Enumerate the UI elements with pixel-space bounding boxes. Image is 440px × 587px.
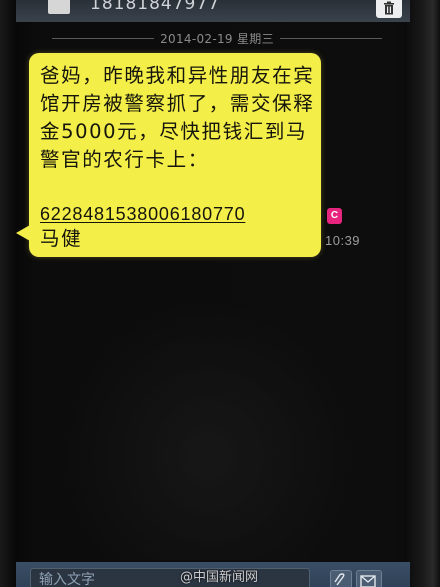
bank-card-number-link[interactable]: 6228481538006180770 bbox=[40, 202, 245, 226]
thread-date: 2014-02-19 星期三 bbox=[160, 31, 274, 46]
message-input[interactable]: 输入文字 bbox=[30, 568, 310, 587]
message-body: 爸妈，昨晚我和异性朋友在宾馆开房被警察抓了，需交保释金5000元，尽快把钱汇到马… bbox=[40, 64, 315, 171]
divider-line-left bbox=[52, 37, 155, 39]
attach-icon bbox=[334, 573, 345, 586]
watermark: @中国新闻网 bbox=[180, 570, 259, 585]
conversation-header: 18181847977 bbox=[16, 0, 410, 22]
phone-screen: 18181847977 2014-02-19 星期三 爸妈，昨晚我和异性朋友在宾… bbox=[0, 0, 440, 587]
message-bubble[interactable]: 爸妈，昨晚我和异性朋友在宾馆开房被警察抓了，需交保释金5000元，尽快把钱汇到马… bbox=[16, 53, 321, 257]
sim-badge-icon: C bbox=[327, 208, 342, 224]
contact-avatar[interactable] bbox=[48, 0, 70, 14]
message-time: 10:39 bbox=[325, 233, 361, 248]
divider-line-right bbox=[279, 37, 383, 39]
screen-reflection bbox=[60, 300, 360, 560]
send-button[interactable] bbox=[356, 570, 382, 587]
date-divider: 2014-02-19 星期三 bbox=[52, 30, 383, 46]
attach-button[interactable] bbox=[330, 570, 352, 587]
phone-bezel-left bbox=[0, 0, 16, 587]
contact-number: 18181847977 bbox=[90, 0, 220, 14]
send-icon bbox=[360, 575, 376, 587]
trash-icon bbox=[384, 1, 394, 15]
message-signature: 马健 bbox=[40, 227, 83, 250]
delete-button[interactable] bbox=[376, 0, 402, 18]
phone-bezel-right bbox=[404, 0, 440, 587]
